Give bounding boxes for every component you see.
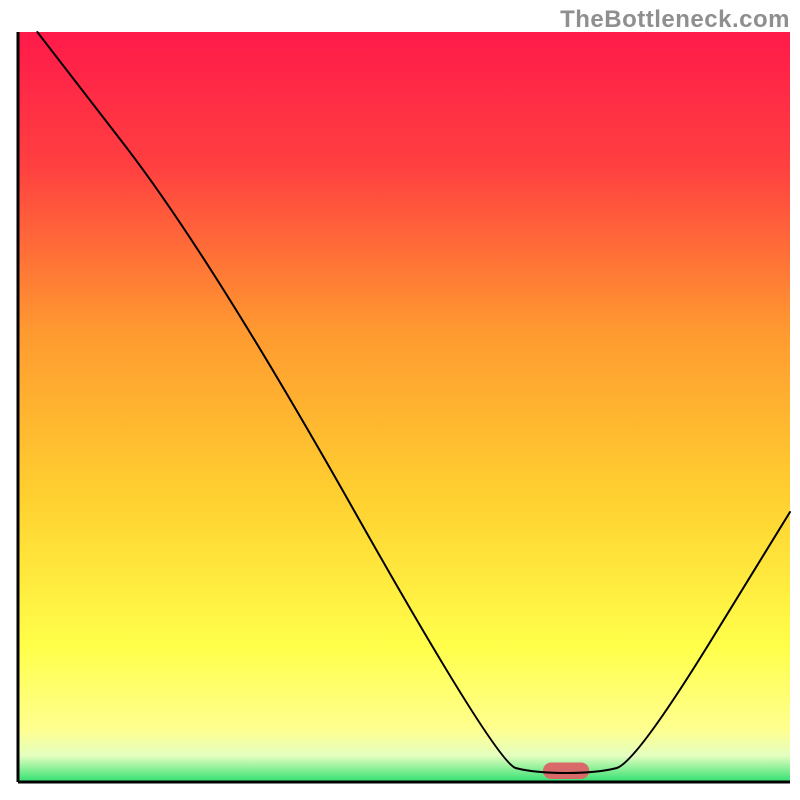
optimal-marker (543, 763, 589, 780)
chart-svg (0, 0, 800, 800)
chart-container: TheBottleneck.com (0, 0, 800, 800)
watermark-text: TheBottleneck.com (560, 6, 790, 34)
gradient-background (18, 32, 790, 782)
plot-area (18, 32, 790, 782)
